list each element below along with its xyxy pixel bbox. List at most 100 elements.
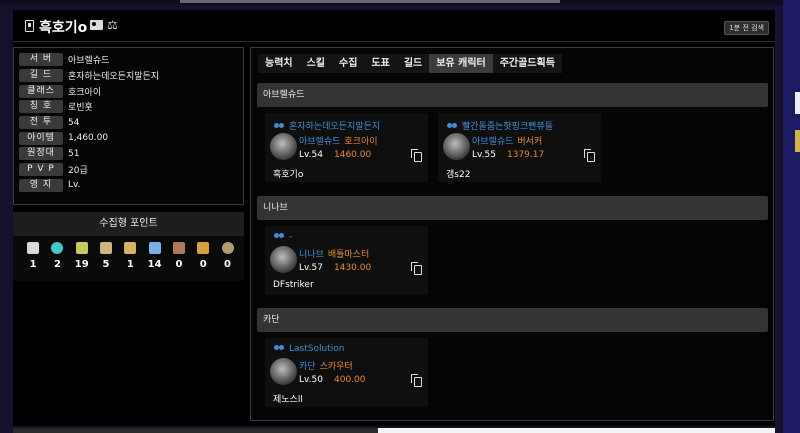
bookmark-icon[interactable]	[25, 20, 34, 32]
sea-bounty-icon	[197, 242, 210, 254]
info-label: P V P	[19, 163, 63, 177]
character-card[interactable]: - 니나브 배틀마스터 Lv.57 1430.00 DFstriker	[265, 226, 428, 295]
collectible-points-title: 수집형 포인트	[13, 212, 244, 236]
avatar	[443, 133, 470, 160]
collectible-count: 0	[199, 259, 207, 270]
level: Lv.54	[299, 150, 323, 160]
collectible-item[interactable]: 0	[191, 242, 215, 270]
users-icon	[274, 233, 285, 240]
collectible-item[interactable]: 19	[70, 242, 94, 270]
info-row: 서 버 아브렐슈드	[19, 52, 238, 68]
server-header: 아브렐슈드	[257, 83, 768, 107]
mokoko-seed-icon	[27, 242, 40, 254]
guild-link[interactable]: 혼자하는데오든지말든지	[274, 119, 380, 132]
world-tree-leaf-icon	[172, 242, 185, 254]
copy-icon[interactable]	[584, 149, 595, 162]
guild-name: -	[289, 232, 293, 242]
tab-6[interactable]: 주간골드획득	[493, 54, 562, 73]
character-name-title: 흑호기o	[39, 20, 88, 36]
collectible-count: 1	[126, 259, 134, 270]
info-value: 54	[68, 117, 80, 128]
collectible-list: 1 2 19 5 1 14 0 0 0	[13, 236, 244, 270]
character-card[interactable]: 혼자하는데오든지말든지아브렐슈드 호크아이 Lv.54 1460.00 흑호기o	[265, 113, 428, 182]
collectible-count: 19	[74, 259, 89, 270]
tab-1[interactable]: 스킬	[300, 54, 332, 73]
character-card[interactable]: 빨간돌줍는핫핑크빤쮸들 아브렐슈드 버서커 Lv.55 1379.17 갱s22	[438, 113, 601, 182]
item-level: 1379.17	[507, 150, 545, 160]
tab-5[interactable]: 보유 캐릭터	[429, 54, 493, 73]
orpheus-star-icon	[148, 242, 161, 254]
item-level: 1460.00	[334, 150, 372, 160]
class-name: 스카우터	[319, 362, 353, 372]
copy-icon[interactable]	[411, 149, 422, 162]
collectible-item[interactable]: 5	[94, 242, 118, 270]
character-name: 흑호기o	[273, 170, 304, 180]
info-value[interactable]: 혼자하는데오든지말든지	[68, 69, 159, 82]
info-label: 영 지	[19, 178, 63, 192]
server-group: 카단 LastSolution 카단 스카우터 Lv.50 400.00 제노스ll	[257, 308, 768, 407]
island-heart-icon	[51, 242, 64, 254]
collectible-item[interactable]: 1	[21, 242, 45, 270]
info-label: 전 투	[19, 116, 63, 130]
users-icon	[274, 123, 285, 130]
guild-link[interactable]: -	[274, 232, 292, 242]
tab-bar: 능력치 스킬 수집 도표 길드 보유 캐릭터 주간골드획득	[258, 54, 562, 73]
server-class: 아브렐슈드 호크아이	[299, 134, 378, 147]
art-icon	[100, 242, 113, 254]
info-row: 클래스 호크아이	[19, 83, 238, 99]
character-name: 제노스ll	[273, 395, 303, 405]
guild-name: 혼자하는데오든지말든지	[289, 122, 381, 132]
users-icon	[447, 123, 458, 130]
collectible-count: 0	[224, 259, 231, 270]
class-name: 호크아이	[344, 137, 378, 147]
bottom-scroll-area	[13, 428, 378, 433]
info-value: 20급	[68, 166, 88, 177]
collectible-item[interactable]: 0	[215, 242, 239, 270]
info-row: 원정대 51	[19, 146, 238, 162]
info-row: 전 투 54	[19, 115, 238, 131]
info-value: Lv.	[68, 180, 81, 191]
collectible-item[interactable]: 2	[45, 242, 69, 270]
copy-icon[interactable]	[411, 262, 422, 275]
avatar	[270, 133, 297, 160]
omnium-star-icon	[221, 242, 234, 254]
id-card-icon[interactable]	[90, 20, 103, 30]
info-label: 원정대	[19, 147, 63, 161]
server-class: 니나브 배틀마스터	[299, 247, 369, 260]
server-group: 니나브 - 니나브 배틀마스터 Lv.57 1430.00 DFstriker	[257, 196, 768, 295]
owned-characters-panel: 능력치 스킬 수집 도표 길드 보유 캐릭터 주간골드획득 아브렐슈드혼자하는데오든지말든지…	[250, 47, 774, 421]
info-label: 클래스	[19, 84, 63, 98]
ignea-token-icon	[124, 242, 137, 254]
character-name: 갱s22	[446, 170, 471, 180]
tab-0[interactable]: 능력치	[258, 54, 300, 73]
avatar	[270, 358, 297, 385]
info-label: 서 버	[19, 53, 63, 67]
scale-icon[interactable]: ⚖	[107, 18, 118, 32]
search-time-button[interactable]: 1분 전 검색	[724, 21, 769, 35]
server-header: 니나브	[257, 196, 768, 220]
character-card[interactable]: LastSolution 카단 스카우터 Lv.50 400.00 제노스ll	[265, 338, 428, 407]
collectible-count: 14	[147, 259, 162, 270]
collectible-item[interactable]: 1	[118, 242, 142, 270]
collectible-count: 0	[175, 259, 183, 270]
collectible-count: 1	[29, 259, 37, 270]
copy-icon[interactable]	[411, 374, 422, 387]
info-label: 칭 호	[19, 100, 63, 114]
collectible-item[interactable]: 14	[142, 242, 166, 270]
side-advertisement[interactable]	[783, 0, 800, 433]
bottom-advertisement[interactable]	[378, 428, 775, 433]
server-name: 카단	[299, 362, 316, 372]
tab-3[interactable]: 도표	[364, 54, 396, 73]
tab-4[interactable]: 길드	[397, 54, 429, 73]
tab-2[interactable]: 수집	[332, 54, 364, 73]
info-value: 51	[68, 148, 80, 159]
item-level: 400.00	[334, 375, 366, 385]
info-row: 칭 호 로빈훗	[19, 99, 238, 115]
server-class: 아브렐슈드 버서커	[472, 134, 542, 147]
info-row: 길 드 혼자하는데오든지말든지	[19, 68, 238, 84]
users-icon	[274, 345, 285, 352]
guild-link[interactable]: 빨간돌줍는핫핑크빤쮸들	[447, 119, 553, 132]
collectible-item[interactable]: 0	[167, 242, 191, 270]
guild-link[interactable]: LastSolution	[274, 344, 344, 354]
top-strip	[0, 0, 800, 5]
